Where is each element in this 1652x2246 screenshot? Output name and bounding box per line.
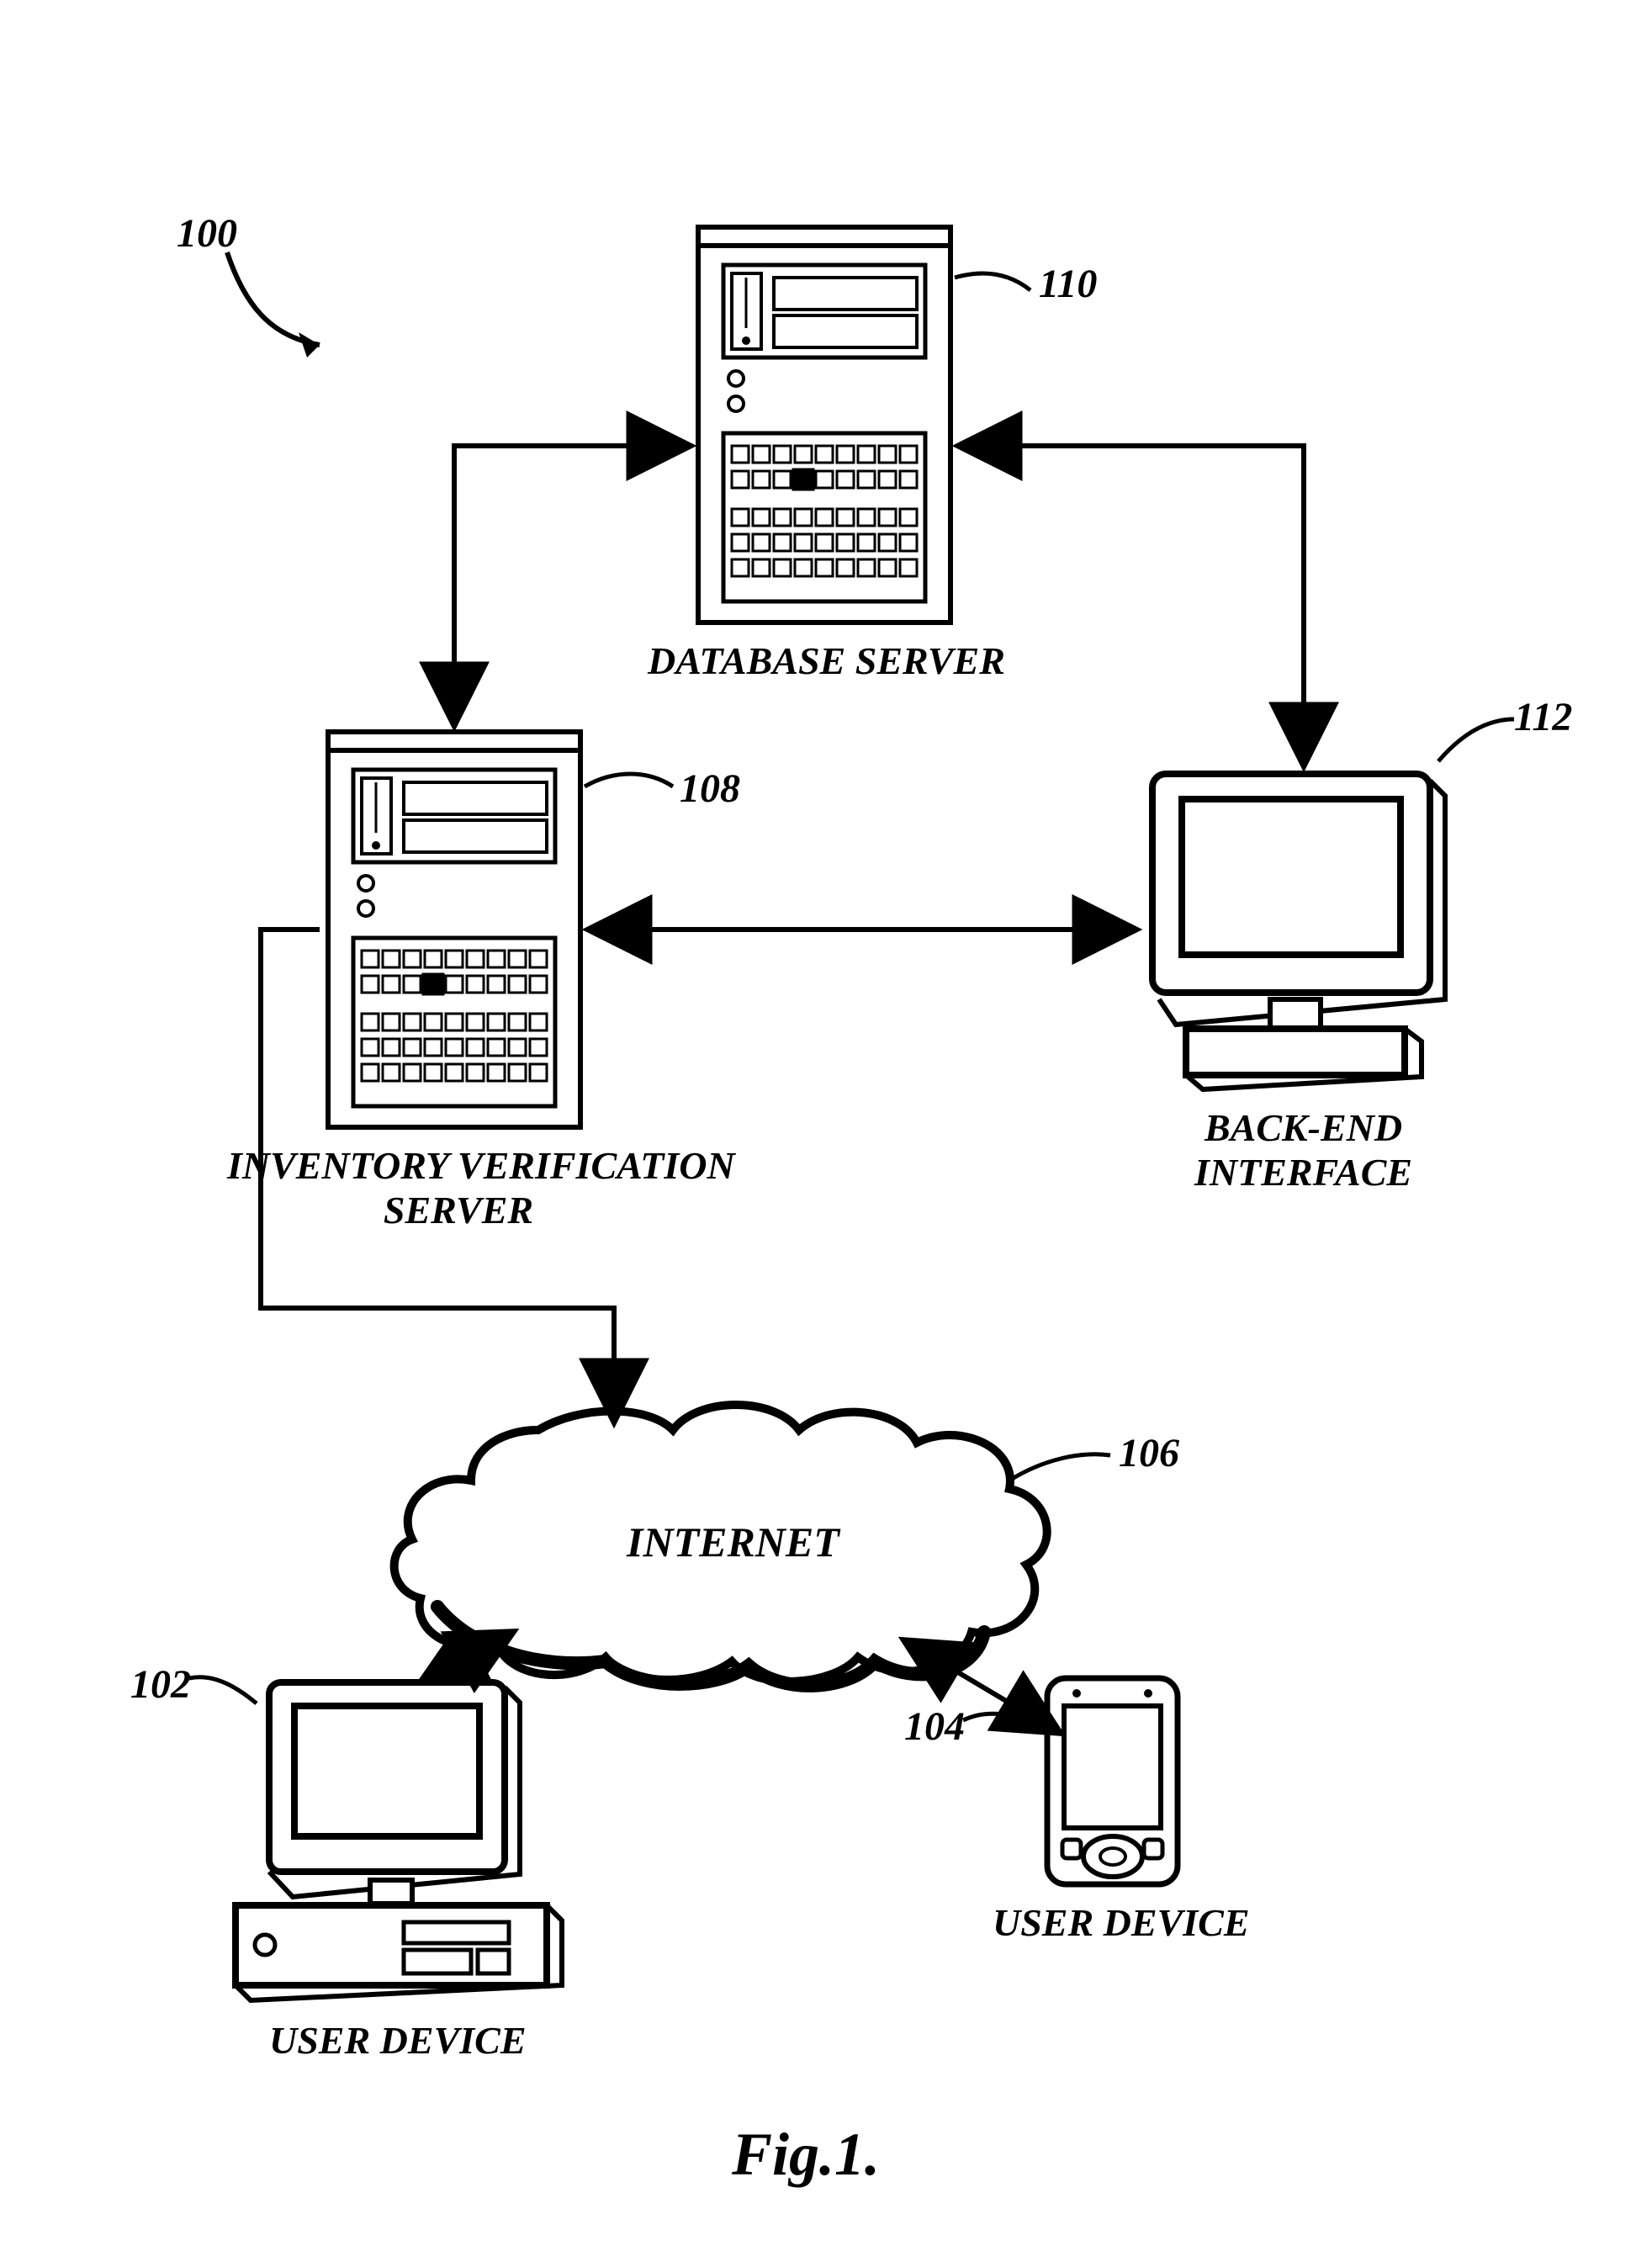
label-inventory-server: INVENTORY VERIFICATION SERVER bbox=[227, 1144, 690, 1233]
inventory-server-icon bbox=[328, 732, 580, 1127]
label-backend-interface: BACK-END INTERFACE bbox=[1194, 1106, 1412, 1195]
figure-caption: Fig.1. bbox=[732, 2120, 880, 2190]
ref-104: 104 bbox=[904, 1703, 965, 1750]
ref-110: 110 bbox=[1039, 261, 1097, 307]
ref-curve-100 bbox=[227, 252, 320, 358]
ref-100: 100 bbox=[177, 210, 237, 257]
label-user-device-pc: USER DEVICE bbox=[269, 2019, 527, 2063]
ref-112: 112 bbox=[1514, 694, 1572, 740]
label-internet: INTERNET bbox=[627, 1518, 839, 1567]
label-database-server: DATABASE SERVER bbox=[648, 639, 1005, 684]
ref-108: 108 bbox=[680, 765, 740, 812]
ref-106: 106 bbox=[1119, 1430, 1179, 1476]
ref-102: 102 bbox=[130, 1661, 191, 1708]
user-device-pc-icon bbox=[236, 1682, 562, 2000]
ref-curve-110 bbox=[955, 273, 1030, 290]
database-server-icon bbox=[698, 227, 950, 622]
ref-curve-104 bbox=[963, 1714, 1035, 1724]
backend-interface-icon bbox=[1152, 774, 1445, 1089]
ref-curve-112 bbox=[1438, 719, 1514, 761]
ref-curve-106 bbox=[1009, 1454, 1110, 1481]
ref-curve-102 bbox=[189, 1677, 257, 1703]
ref-curve-108 bbox=[585, 774, 673, 787]
label-user-device-pda: USER DEVICE bbox=[993, 1901, 1250, 1946]
user-device-pda-icon bbox=[1047, 1678, 1178, 1884]
